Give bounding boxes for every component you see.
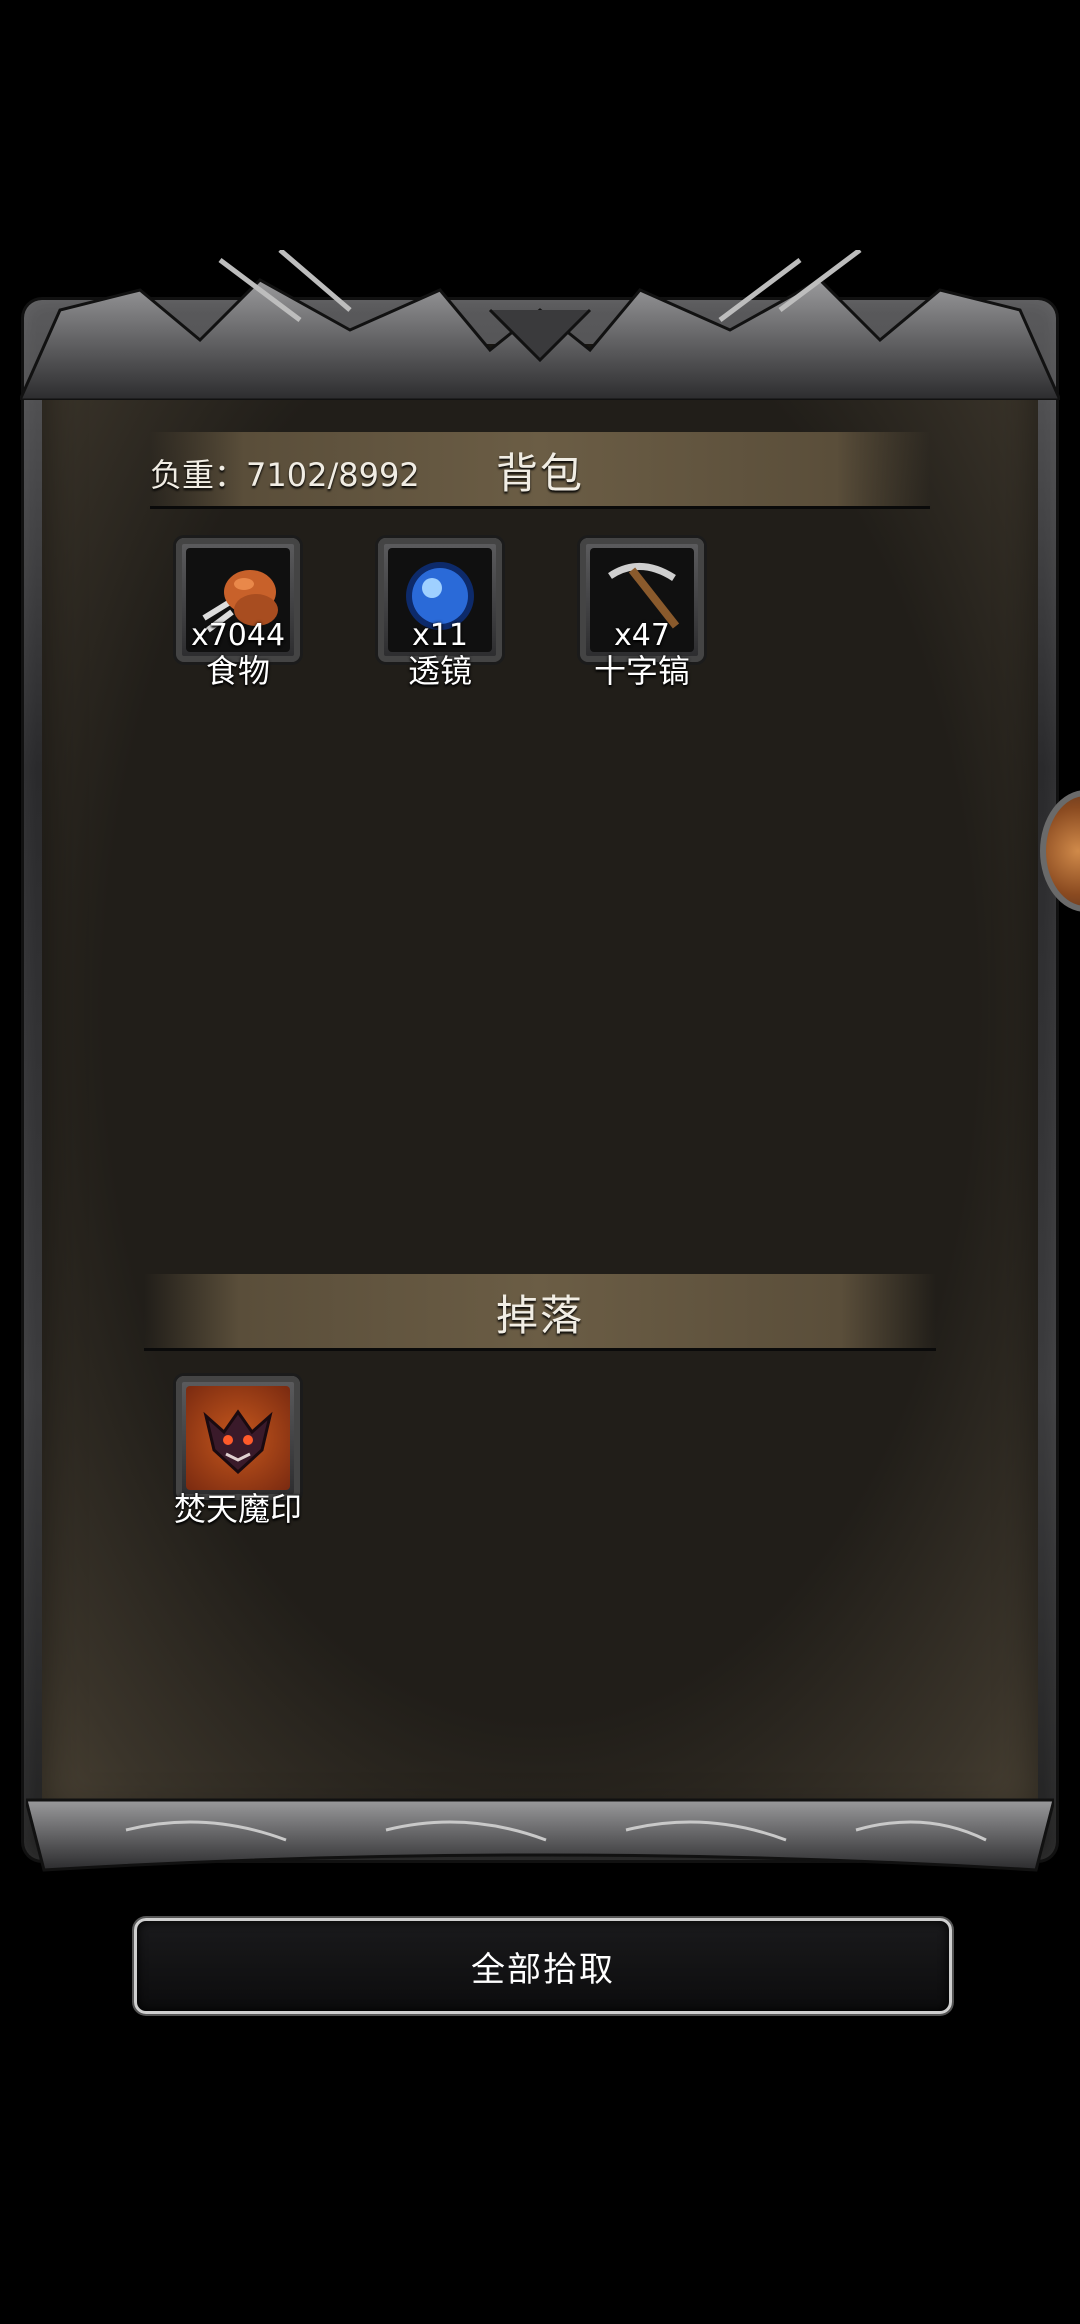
pickup-all-button[interactable]: 全部拾取 [134, 1918, 952, 2014]
frame-bottom-crest [26, 1798, 1054, 1872]
drops-title: 掉落 [495, 1291, 584, 1340]
backpack-slot-pickaxe[interactable]: x47 [580, 538, 704, 662]
demon-seal-icon [203, 1409, 273, 1475]
drop-slot-demon-seal[interactable] [176, 1376, 300, 1500]
pickup-all-label: 全部拾取 [471, 1949, 615, 1990]
inventory-frame [24, 300, 1056, 1860]
game-screen: 负重：7102/8992 背包 x7044 食物 x11 透镜 x47 十字镐 … [0, 0, 1080, 2324]
backpack-slot-food[interactable]: x7044 [176, 538, 300, 662]
backpack-title: 背包 [495, 449, 584, 498]
food-name: 食物 [205, 652, 270, 690]
drops-header: 掉落 [144, 1274, 936, 1351]
demon-seal-name: 焚天魔印 [173, 1490, 302, 1528]
backpack-slot-lens[interactable]: x11 [378, 538, 502, 662]
backpack-header: 负重：7102/8992 背包 [150, 432, 930, 509]
pickaxe-name: 十字镐 [593, 652, 690, 690]
frame-top-crest [20, 250, 1060, 400]
lens-name: 透镜 [407, 652, 472, 690]
